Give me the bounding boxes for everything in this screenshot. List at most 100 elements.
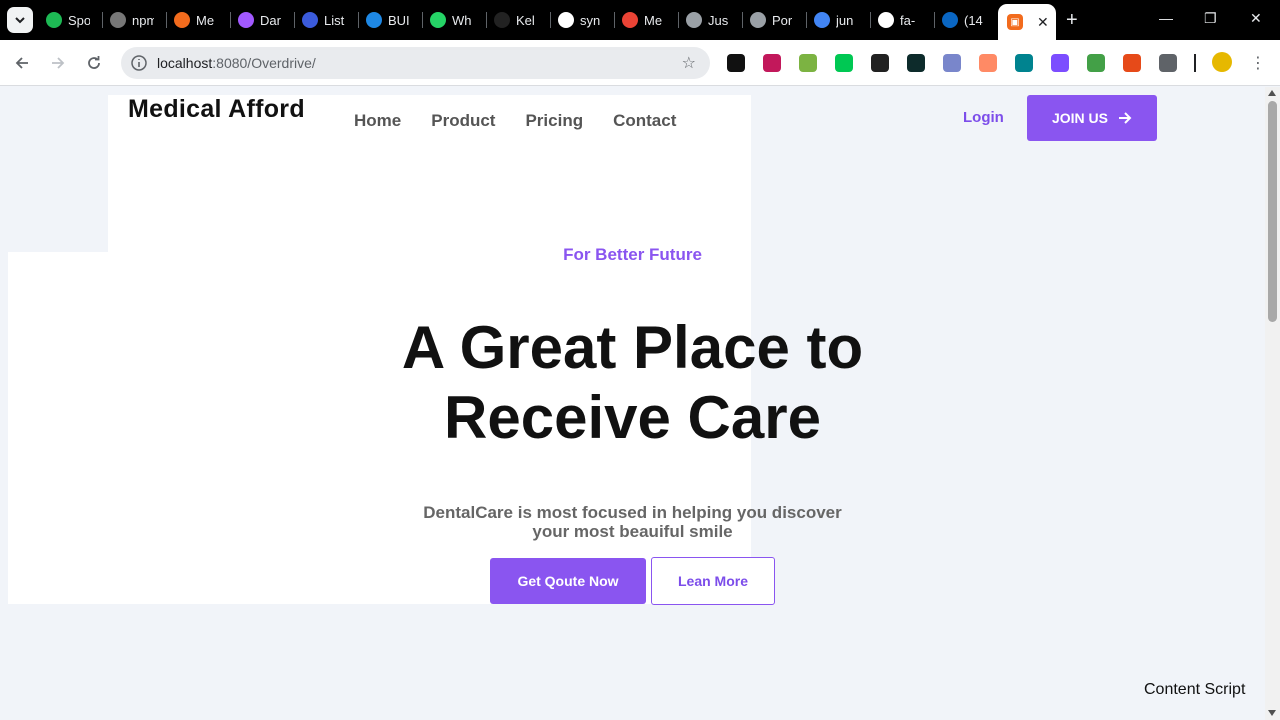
browser-toolbar: localhost:8080/Overdrive/ ☆ ⋮ bbox=[0, 40, 1280, 86]
tab-label: BUI bbox=[388, 12, 410, 28]
hero-subtitle-line-1: DentalCare is most focused in helping yo… bbox=[423, 503, 842, 522]
arrow-right-icon bbox=[1119, 112, 1132, 124]
tab-label: npm bbox=[132, 12, 154, 28]
tab-label: jun bbox=[836, 12, 854, 28]
tab-label: (14 bbox=[964, 12, 983, 28]
browser-tab[interactable]: Spo bbox=[46, 8, 90, 32]
ext-chart-icon[interactable] bbox=[799, 54, 817, 72]
browser-tab[interactable]: npm bbox=[110, 8, 154, 32]
nav-product[interactable]: Product bbox=[431, 111, 495, 131]
toolbar-divider bbox=[1194, 54, 1196, 72]
ext-play-icon[interactable] bbox=[763, 54, 781, 72]
active-tab[interactable]: ▣ ✕ bbox=[998, 4, 1056, 40]
tab-label: Por bbox=[772, 12, 793, 28]
minimize-button[interactable]: — bbox=[1159, 10, 1173, 26]
get-quote-button[interactable]: Get Qoute Now bbox=[490, 558, 646, 604]
browser-tab[interactable]: (14 bbox=[942, 8, 986, 32]
nav-contact[interactable]: Contact bbox=[613, 111, 676, 131]
tab-separator bbox=[294, 12, 295, 28]
join-us-label: JOIN US bbox=[1051, 110, 1108, 126]
nav-home[interactable]: Home bbox=[354, 111, 401, 131]
bookmark-star-icon[interactable]: ☆ bbox=[682, 53, 696, 73]
tab-separator bbox=[934, 12, 935, 28]
ext-wave-icon[interactable] bbox=[979, 54, 997, 72]
ext-cloud-icon[interactable] bbox=[943, 54, 961, 72]
tab-label: fa- bbox=[900, 12, 916, 28]
tab-separator bbox=[486, 12, 487, 28]
restore-button[interactable]: ❐ bbox=[1204, 10, 1217, 27]
arrow-right-icon bbox=[52, 57, 65, 69]
scroll-up-arrow[interactable] bbox=[1268, 90, 1276, 96]
learn-more-button[interactable]: Lean More bbox=[651, 557, 775, 605]
profile-avatar[interactable] bbox=[1212, 52, 1232, 72]
ext-dots-icon[interactable] bbox=[871, 54, 889, 72]
browser-tab[interactable]: List bbox=[302, 8, 346, 32]
browser-tab[interactable]: Wh bbox=[430, 8, 474, 32]
browser-tab[interactable]: Por bbox=[750, 8, 794, 32]
ext-puzzle-icon[interactable] bbox=[1159, 54, 1177, 72]
browser-tab[interactable]: syn bbox=[558, 8, 602, 32]
active-tab-icon: ▣ bbox=[1007, 14, 1023, 30]
flag-icon bbox=[878, 12, 894, 28]
login-link[interactable]: Login bbox=[963, 109, 1004, 126]
ext-turtle-icon[interactable] bbox=[1015, 54, 1033, 72]
tab-label: Jus bbox=[708, 12, 729, 28]
close-window-button[interactable]: ✕ bbox=[1250, 10, 1262, 27]
ext-diamond-icon[interactable] bbox=[1087, 54, 1105, 72]
spotify-icon bbox=[46, 12, 62, 28]
scroll-thumb[interactable] bbox=[1268, 101, 1277, 322]
nav-pricing[interactable]: Pricing bbox=[525, 111, 583, 131]
sparkle-icon bbox=[494, 12, 510, 28]
browser-tab[interactable]: Kel bbox=[494, 8, 538, 32]
asterisk-icon bbox=[174, 12, 190, 28]
droplet-icon bbox=[302, 12, 318, 28]
site-info-icon[interactable] bbox=[130, 54, 148, 72]
globe-icon bbox=[750, 12, 766, 28]
url-text: localhost:8080/Overdrive/ bbox=[157, 55, 316, 71]
gmail-icon bbox=[622, 12, 638, 28]
browser-tab[interactable]: jun bbox=[814, 8, 858, 32]
main-nav: Home Product Pricing Contact bbox=[354, 111, 706, 131]
ext-calendar-icon[interactable] bbox=[1051, 54, 1069, 72]
content-script-label: Content Script bbox=[1144, 681, 1246, 698]
reload-button[interactable] bbox=[83, 52, 105, 74]
hero-subtitle: DentalCare is most focused in helping yo… bbox=[0, 503, 1265, 541]
join-us-button[interactable]: JOIN US bbox=[1027, 95, 1157, 141]
address-bar[interactable]: localhost:8080/Overdrive/ ☆ bbox=[121, 47, 710, 79]
browser-tab[interactable]: BUI bbox=[366, 8, 410, 32]
ext-hash-icon[interactable] bbox=[907, 54, 925, 72]
reload-icon bbox=[88, 56, 100, 69]
browser-tab[interactable]: Dar bbox=[238, 8, 282, 32]
tab-separator bbox=[806, 12, 807, 28]
tab-search-button[interactable] bbox=[7, 7, 33, 33]
forward-button[interactable] bbox=[47, 52, 69, 74]
vite-icon bbox=[238, 12, 254, 28]
arrow-left-icon bbox=[15, 57, 28, 69]
browser-tab[interactable]: Jus bbox=[686, 8, 730, 32]
browser-tab[interactable]: Me bbox=[174, 8, 218, 32]
ext-fox-icon[interactable] bbox=[1123, 54, 1141, 72]
new-tab-button[interactable]: + bbox=[1066, 10, 1078, 30]
globe-icon bbox=[686, 12, 702, 28]
tab-label: List bbox=[324, 12, 345, 28]
close-icon[interactable]: ✕ bbox=[1037, 14, 1049, 31]
hero-subtitle-line-2: your most beauiful smile bbox=[532, 522, 733, 541]
scroll-down-arrow[interactable] bbox=[1268, 710, 1276, 716]
tab-strip: Spo npm Me Dar List BUI Wh Kel syn Me Jus Por jun fa-… bbox=[0, 0, 1280, 40]
tab-separator bbox=[614, 12, 615, 28]
menu-icon[interactable]: ⋮ bbox=[1250, 53, 1266, 73]
hero-headline: A Great Place to Receive Care bbox=[0, 313, 1265, 453]
hero-headline-line-2: Receive Care bbox=[444, 384, 821, 451]
browser-tab[interactable]: Me bbox=[622, 8, 666, 32]
page-scrollbar[interactable] bbox=[1265, 87, 1280, 720]
back-button[interactable] bbox=[11, 52, 33, 74]
ext-grid-icon[interactable] bbox=[835, 54, 853, 72]
browser-tab[interactable]: fa- bbox=[878, 8, 922, 32]
tab-label: syn bbox=[580, 12, 601, 28]
ext-pen-icon[interactable] bbox=[727, 54, 745, 72]
site-logo[interactable]: Medical Afford bbox=[128, 95, 305, 124]
hero-headline-line-1: A Great Place to bbox=[401, 314, 864, 381]
tab-label: Me bbox=[644, 12, 663, 28]
tab-label: Wh bbox=[452, 12, 472, 28]
hexagon-icon bbox=[366, 12, 382, 28]
